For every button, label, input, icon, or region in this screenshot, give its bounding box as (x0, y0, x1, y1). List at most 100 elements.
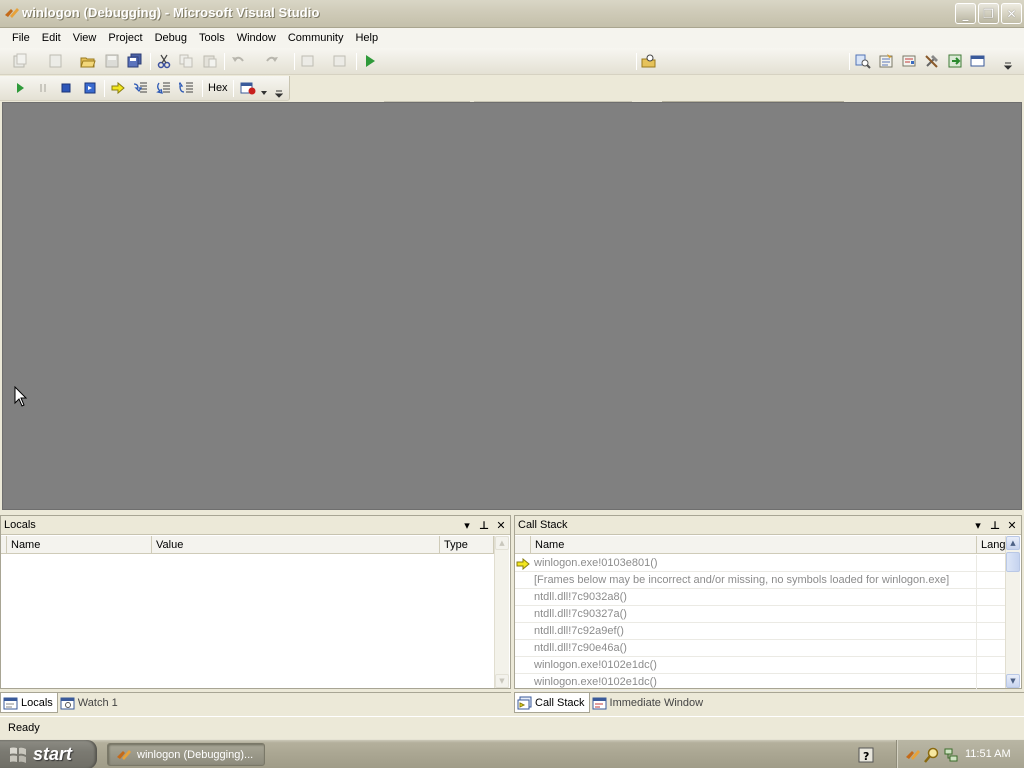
watch-window-icon (60, 697, 75, 710)
restore-button[interactable]: ❐ (978, 3, 999, 24)
object-browser-icon[interactable] (901, 53, 917, 69)
step-into-icon[interactable] (133, 80, 149, 96)
save-all-icon[interactable] (127, 53, 143, 69)
start-debugging-icon[interactable] (362, 53, 378, 69)
document-workspace (2, 102, 1022, 510)
menu-help[interactable]: Help (349, 28, 384, 48)
paste-icon[interactable] (202, 53, 218, 69)
menu-view[interactable]: View (67, 28, 103, 48)
toolbar-separator (150, 53, 151, 70)
hex-toggle-button[interactable]: Hex (208, 82, 228, 94)
scroll-thumb[interactable] (1006, 552, 1020, 572)
locals-col-name[interactable]: Name (7, 536, 152, 554)
new-project-icon[interactable] (12, 53, 28, 69)
minimize-button[interactable]: _ (955, 3, 976, 24)
menu-edit[interactable]: Edit (36, 28, 67, 48)
locals-panel-header: Locals ▾ ⊥ ✕ (1, 516, 510, 535)
restart-icon[interactable] (82, 80, 98, 96)
scroll-down-icon[interactable]: ▼ (1006, 674, 1020, 688)
copy-icon[interactable] (178, 53, 194, 69)
menu-tools[interactable]: Tools (193, 28, 231, 48)
panel-pin-icon[interactable]: ⊥ (988, 518, 1002, 532)
navigate-forward-icon[interactable] (332, 53, 348, 69)
properties-window-icon[interactable] (878, 53, 894, 69)
locals-scrollbar[interactable]: ▲ ▼ (494, 536, 509, 688)
break-all-icon[interactable] (35, 80, 51, 96)
continue-icon[interactable] (12, 80, 28, 96)
panel-dropdown-icon[interactable]: ▾ (971, 518, 985, 532)
call-stack-panel-title: Call Stack (518, 519, 568, 531)
call-stack-language-cell (976, 572, 977, 589)
tab-watch-1[interactable]: Watch 1 (58, 693, 122, 713)
toolbox-icon[interactable] (924, 53, 940, 69)
locals-col-value[interactable]: Value (152, 536, 440, 554)
call-stack-frame-name: ntdll.dll!7c90327a() (534, 608, 627, 620)
navigate-backward-icon[interactable] (300, 53, 316, 69)
start-page-icon[interactable] (947, 53, 963, 69)
breakpoints-dropdown-icon[interactable] (260, 85, 268, 101)
panel-close-icon[interactable]: ✕ (494, 518, 508, 532)
panel-close-icon[interactable]: ✕ (1005, 518, 1019, 532)
tab-immediate-window[interactable]: Immediate Window (590, 693, 708, 713)
call-stack-row[interactable]: ntdll.dll!7c92a9ef() (515, 623, 1005, 640)
call-stack-scrollbar[interactable]: ▲ ▼ (1005, 536, 1020, 688)
panel-pin-icon[interactable]: ⊥ (477, 518, 491, 532)
menu-project[interactable]: Project (102, 28, 148, 48)
call-stack-col-name[interactable]: Name (531, 536, 977, 554)
call-stack-row[interactable]: [Frames below may be incorrect and/or mi… (515, 572, 1005, 589)
call-stack-row[interactable]: ntdll.dll!7c90e46a() (515, 640, 1005, 657)
panel-dropdown-icon[interactable]: ▾ (460, 518, 474, 532)
open-file-icon[interactable] (80, 53, 96, 69)
command-window-icon[interactable] (970, 53, 986, 69)
step-out-icon[interactable] (179, 80, 195, 96)
locals-grid-header: Name Value Type (1, 536, 494, 554)
call-stack-row[interactable]: ntdll.dll!7c9032a8() (515, 589, 1005, 606)
menu-community[interactable]: Community (282, 28, 350, 48)
locals-col-type[interactable]: Type (440, 536, 494, 554)
find-in-files-icon[interactable] (641, 53, 657, 69)
visual-studio-tray-icon[interactable] (905, 747, 921, 763)
tab-locals[interactable]: Locals (0, 693, 58, 713)
call-stack-col-language[interactable]: Langu (977, 536, 1006, 554)
search-tray-icon[interactable] (924, 747, 940, 763)
menu-debug[interactable]: Debug (149, 28, 193, 48)
solution-explorer-icon[interactable] (855, 53, 871, 69)
call-stack-row[interactable]: winlogon.exe!0102e1dc() (515, 674, 1005, 691)
breakpoints-window-icon[interactable] (240, 80, 256, 96)
close-icon: ✕ (1006, 6, 1017, 21)
window-controls: _ ❐ ✕ (955, 3, 1022, 24)
debug-toolbar-overflow-icon[interactable] (275, 86, 283, 102)
start-button[interactable]: start (0, 740, 97, 768)
stop-debugging-icon[interactable] (58, 80, 74, 96)
call-stack-frame-name: ntdll.dll!7c92a9ef() (534, 625, 624, 637)
cut-icon[interactable] (156, 53, 172, 69)
call-stack-frame-name: ntdll.dll!7c9032a8() (534, 591, 627, 603)
scroll-up-icon[interactable]: ▲ (1006, 536, 1020, 550)
save-icon[interactable] (104, 53, 120, 69)
taskbar-item-winlogon[interactable]: winlogon (Debugging)... (107, 743, 265, 766)
call-stack-row[interactable]: winlogon.exe!0103e801() (515, 555, 1005, 572)
scroll-down-icon[interactable]: ▼ (495, 674, 509, 688)
call-stack-row[interactable]: winlogon.exe!0102e1dc() (515, 657, 1005, 674)
redo-icon[interactable] (264, 53, 280, 69)
show-next-statement-icon[interactable] (110, 80, 126, 96)
undo-icon[interactable] (230, 53, 246, 69)
close-button[interactable]: ✕ (1001, 3, 1022, 24)
tab-call-stack[interactable]: Call Stack (514, 693, 590, 713)
call-stack-panel: Call Stack ▾ ⊥ ✕ Name Langu winlogon.exe… (514, 515, 1022, 691)
menu-file[interactable]: File (6, 28, 36, 48)
call-stack-row[interactable]: ntdll.dll!7c90327a() (515, 606, 1005, 623)
call-stack-frame-name: winlogon.exe!0102e1dc() (534, 676, 657, 688)
scroll-up-icon[interactable]: ▲ (495, 536, 509, 550)
title-bar[interactable]: winlogon (Debugging) - Microsoft Visual … (0, 0, 1024, 28)
toolbar-overflow-icon[interactable] (1003, 57, 1013, 73)
step-over-icon[interactable] (156, 80, 172, 96)
menu-window[interactable]: Window (231, 28, 282, 48)
mouse-cursor-icon (14, 386, 28, 407)
clock: 11:51 AM (965, 748, 1011, 760)
call-stack-frame-name: ntdll.dll!7c90e46a() (534, 642, 627, 654)
add-item-icon[interactable] (48, 53, 64, 69)
network-tray-icon[interactable] (943, 747, 959, 763)
start-label: start (33, 744, 73, 764)
help-icon[interactable]: ? (858, 747, 874, 763)
